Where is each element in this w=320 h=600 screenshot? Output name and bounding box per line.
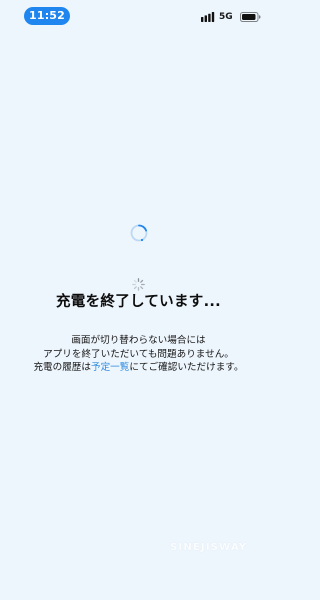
battery-icon	[240, 12, 261, 22]
message-line-3: 充電の履歴は予定一覧にてご確認いただけます。	[0, 361, 277, 375]
watermark: SINEJISWAY	[170, 542, 248, 553]
activity-indicator-icon	[132, 278, 145, 291]
charging-ending-title: 充電を終了しています...	[56, 294, 221, 310]
status-time: 11:52	[24, 7, 70, 25]
status-bar: 11:52 5G	[0, 0, 277, 34]
message-line-2: アプリを終了いただいても問題ありません。	[43, 348, 234, 360]
info-message: 画面が切り替わらない場合には アプリを終了いただいても問題ありません。 充電の履…	[0, 334, 277, 375]
schedule-list-link[interactable]: 予定一覧	[91, 362, 129, 373]
message-line-3-prefix: 充電の履歴は	[33, 362, 91, 373]
message-line-1: 画面が切り替わらない場合には	[71, 335, 206, 346]
loading-ring-icon	[130, 224, 148, 242]
message-line-3-suffix: にてご確認いただけます。	[129, 362, 244, 373]
signal-bars-icon	[201, 12, 215, 22]
network-type-label: 5G	[219, 12, 233, 22]
